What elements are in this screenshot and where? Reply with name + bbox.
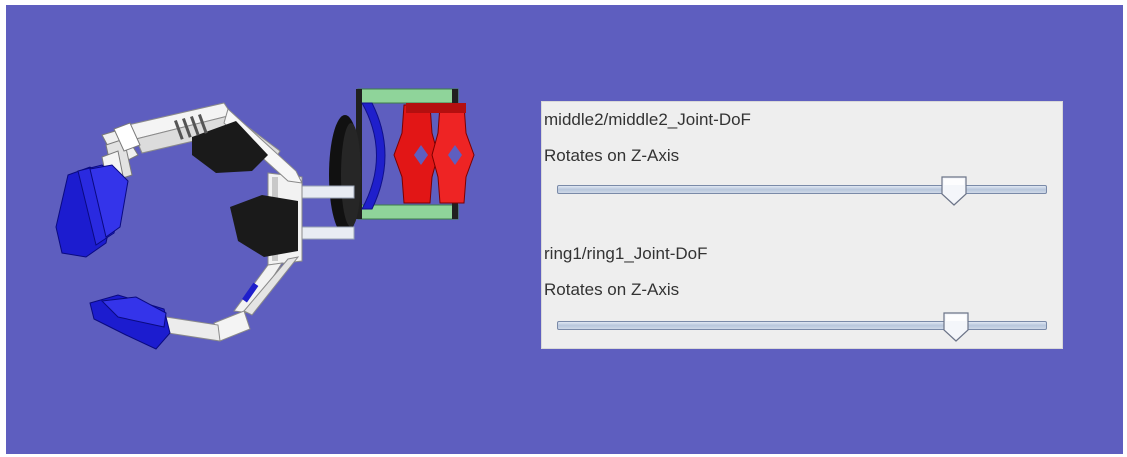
dof-control-middle2: middle2/middle2_Joint-DoF Rotates on Z-A… <box>542 102 1062 206</box>
middle2-joint-slider[interactable] <box>554 176 1050 206</box>
dof-title: middle2/middle2_Joint-DoF <box>544 110 751 129</box>
slider-track[interactable] <box>557 321 1047 330</box>
lower-finger <box>89 256 300 350</box>
knuckle-cluster <box>230 172 303 266</box>
dof-title: ring1/ring1_Joint-DoF <box>544 244 708 263</box>
slider-thumb[interactable] <box>942 312 970 342</box>
dof-axis-label: Rotates on Z-Axis <box>544 146 680 165</box>
red-actuators <box>393 103 475 204</box>
slider-track[interactable] <box>557 185 1047 194</box>
application-window: middle2/middle2_Joint-DoF Rotates on Z-A… <box>0 0 1127 457</box>
ring1-joint-slider[interactable] <box>554 312 1050 342</box>
dof-control-ring1: ring1/ring1_Joint-DoF Rotates on Z-Axis <box>542 236 1062 342</box>
joint-control-panel: middle2/middle2_Joint-DoF Rotates on Z-A… <box>541 101 1063 349</box>
dof-axis-label: Rotates on Z-Axis <box>544 280 680 299</box>
3d-viewport[interactable]: middle2/middle2_Joint-DoF Rotates on Z-A… <box>6 5 1123 454</box>
slider-thumb[interactable] <box>940 176 968 206</box>
